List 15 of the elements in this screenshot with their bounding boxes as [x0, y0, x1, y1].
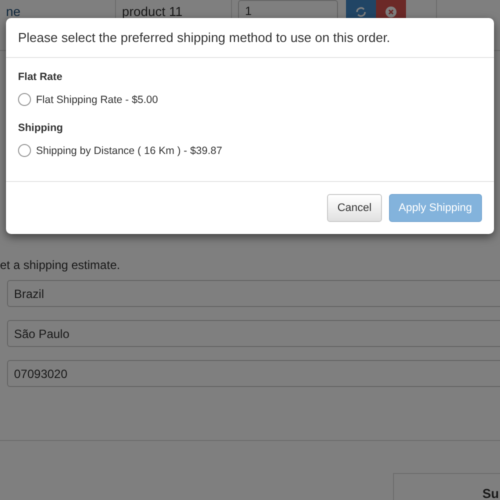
radio-button[interactable]	[18, 144, 31, 157]
group-heading: Shipping	[18, 122, 64, 134]
address-field[interactable]: Brazil	[7, 280, 500, 307]
dialog-title: Please select the preferred shipping method to use on this order.	[18, 30, 390, 45]
option-label[interactable]: Shipping by Distance ( 16 Km ) - $39.87	[36, 144, 222, 156]
product-name: product 11	[122, 4, 182, 19]
group-heading: Flat Rate	[18, 71, 64, 83]
radio-button[interactable]	[18, 93, 31, 106]
address-field[interactable]: 07093020	[7, 360, 500, 387]
option-label[interactable]: Flat Shipping Rate - $5.00	[36, 94, 158, 106]
estimate-instruction: et a shipping estimate.	[0, 258, 122, 272]
product-link[interactable]: ne	[6, 4, 20, 19]
totals-label: Su	[482, 486, 499, 500]
address-field[interactable]: São Paulo	[7, 320, 500, 347]
cancel-button[interactable]: Cancel	[327, 194, 382, 222]
